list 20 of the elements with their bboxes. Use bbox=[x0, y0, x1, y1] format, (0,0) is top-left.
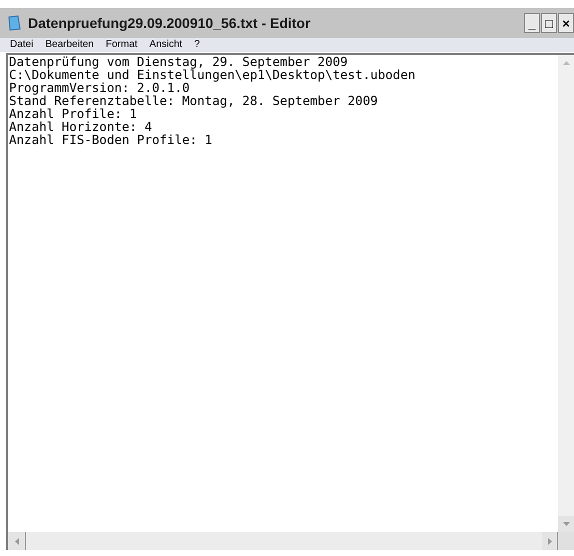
minimize-button[interactable]: _ bbox=[524, 13, 540, 33]
text-line: Anzahl Profile: 1 bbox=[9, 107, 137, 120]
menu-item[interactable]: Format bbox=[106, 40, 138, 50]
vertical-scrollbar[interactable] bbox=[558, 55, 574, 532]
menu-item[interactable]: ? bbox=[194, 40, 200, 50]
menu-item[interactable]: Ansicht bbox=[149, 40, 182, 50]
close-button[interactable]: × bbox=[558, 13, 574, 33]
maximize-button[interactable]: □ bbox=[541, 13, 557, 33]
text-line: Stand Referenztabelle: Montag, 28. September 2009 bbox=[9, 94, 378, 107]
horizontal-scrollbar[interactable] bbox=[8, 532, 558, 550]
text-line: C:\Dokumente und Einstellungen\ep1\Desktop\test.uboden bbox=[9, 68, 416, 81]
menu-item[interactable]: Bearbeiten bbox=[45, 40, 94, 50]
text-line: Datenprüfung vom Dienstag, 29. September 2009 bbox=[9, 55, 348, 68]
window-title: Datenpruefung29.09.200910_56.txt - Editor bbox=[28, 14, 312, 33]
menu-item[interactable]: Datei bbox=[10, 40, 34, 50]
text-line: Anzahl FIS-Boden Profile: 1 bbox=[9, 133, 212, 146]
text-line: Anzahl Horizonte: 4 bbox=[9, 120, 152, 133]
notepad-icon bbox=[6, 15, 22, 31]
text-area[interactable] bbox=[6, 53, 574, 550]
text-line: ProgrammVersion: 2.0.1.0 bbox=[9, 81, 190, 94]
